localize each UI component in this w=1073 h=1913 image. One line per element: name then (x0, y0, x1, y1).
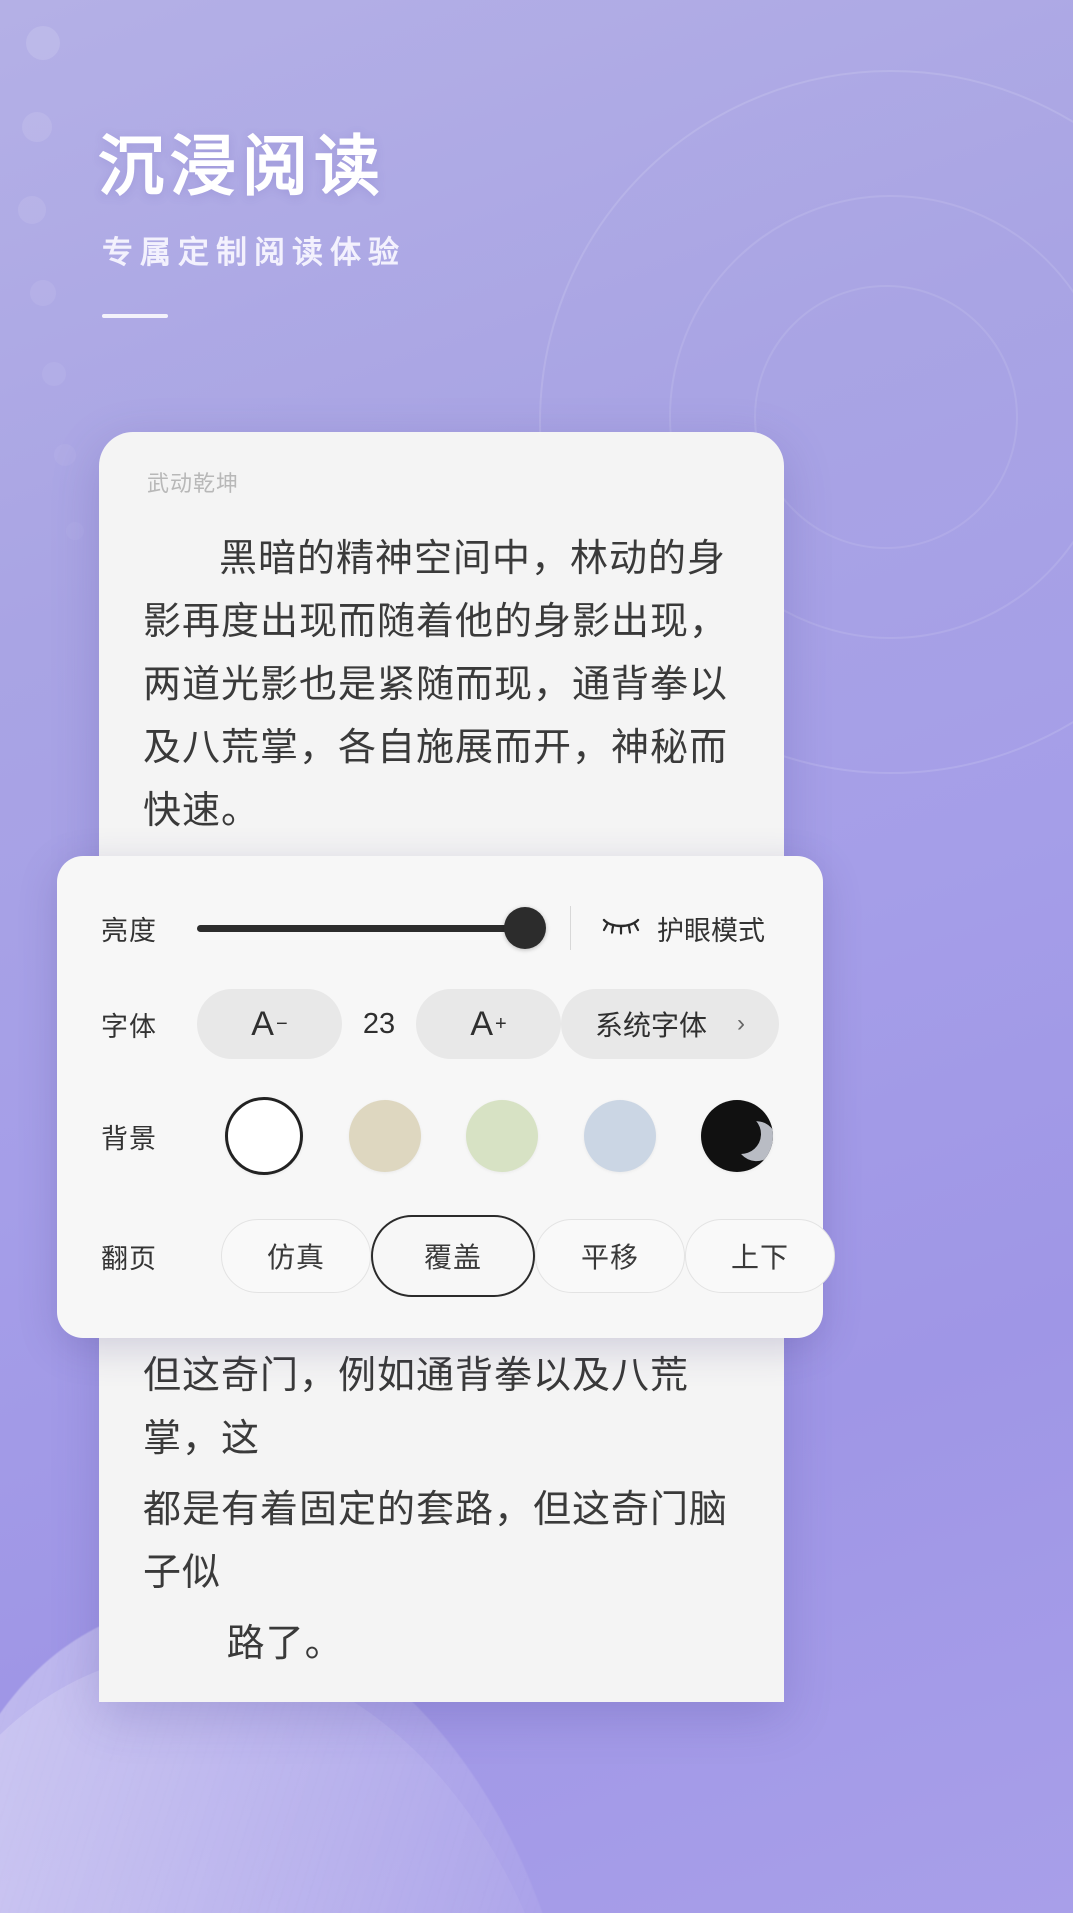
reader-paragraph: 黑暗的精神空间中，林动的身影再度出现而随着他的身影出现，两道光影也是紧随而现，通… (143, 538, 729, 833)
background-label: 背景 (101, 1123, 157, 1154)
hero-block: 沉浸阅读 专属定制阅读体验 (98, 131, 406, 319)
title-underline-rule (102, 314, 168, 319)
page-title: 沉浸阅读 (98, 131, 386, 204)
brightness-slider-wrap: 护眼模式 (197, 906, 779, 950)
page-turn-option-vertical[interactable]: 上下 (685, 1219, 835, 1293)
font-label: 字体 (101, 1011, 157, 1042)
page-turn-option-simulate[interactable]: 仿真 (221, 1219, 371, 1293)
page-turn-option-cover[interactable]: 覆盖 (371, 1215, 535, 1297)
reader-settings-sheet: 亮度 护眼模式 字体 A − 23 A + 系统字体 › 背景 翻页 仿真 覆盖… (57, 856, 835, 1338)
brightness-slider-fill (197, 924, 532, 932)
app-promo-screen: 沉浸阅读 专属定制阅读体验 武动乾坤 黑暗的精神空间中，林动的身影再度出现而随着… (0, 0, 1073, 1913)
font-decrease-sign: − (275, 1012, 288, 1035)
page-turn-label: 翻页 (101, 1243, 157, 1274)
font-increase-sign: + (495, 1012, 507, 1035)
background-swatch-list (197, 1097, 779, 1175)
brightness-slider[interactable] (197, 907, 546, 949)
reader-bottom-line: 但这奇门，例如通背拳以及八荒掌，这 (143, 1355, 690, 1461)
closed-eye-icon (601, 913, 641, 944)
font-size-decrease-button[interactable]: A − (197, 989, 342, 1059)
font-size-value: 23 (362, 1007, 396, 1040)
reader-bottom-line: 都是有着固定的套路，但这奇门脑子似 (143, 1489, 729, 1595)
font-increase-glyph: A (470, 1004, 494, 1043)
background-swatch-blue[interactable] (583, 1100, 656, 1172)
eye-protection-mode-label: 护眼模式 (657, 915, 765, 946)
font-family-label: 系统字体 (594, 1010, 707, 1041)
background-swatch-green[interactable] (466, 1100, 538, 1172)
page-turn-row: 翻页 仿真 覆盖 平移 上下 (57, 1200, 835, 1312)
font-size-increase-button[interactable]: A + (416, 989, 561, 1059)
reader-text-bottom: 但这奇门，例如通背拳以及八荒掌，这 都是有着固定的套路，但这奇门脑子似 路了。 (99, 1345, 784, 1684)
chevron-right-icon: › (737, 1010, 745, 1037)
page-turn-option-list: 仿真 覆盖 平移 上下 (197, 1215, 835, 1297)
reader-bottom-line: 路了。 (226, 1623, 344, 1666)
eye-ring-decoration-inner (754, 285, 1018, 549)
page-turn-option-pan[interactable]: 平移 (535, 1219, 685, 1293)
background-swatch-dark[interactable] (701, 1100, 773, 1172)
book-title: 武动乾坤 (147, 471, 240, 496)
row-divider (570, 906, 571, 950)
moon-icon (715, 1108, 766, 1159)
background-row: 背景 (57, 1072, 823, 1200)
brightness-slider-knob[interactable] (504, 907, 546, 949)
background-swatch-beige[interactable] (348, 1100, 421, 1172)
font-family-selector[interactable]: 系统字体 › (560, 989, 779, 1059)
font-row: 字体 A − 23 A + 系统字体 › (57, 976, 823, 1072)
page-subtitle: 专属定制阅读体验 (102, 235, 406, 271)
font-decrease-glyph: A (251, 1004, 274, 1043)
brightness-label: 亮度 (101, 915, 157, 946)
eye-protection-mode-button[interactable]: 护眼模式 (601, 909, 765, 948)
brightness-row: 亮度 护眼模式 (57, 880, 823, 976)
background-swatch-white[interactable] (225, 1097, 303, 1175)
